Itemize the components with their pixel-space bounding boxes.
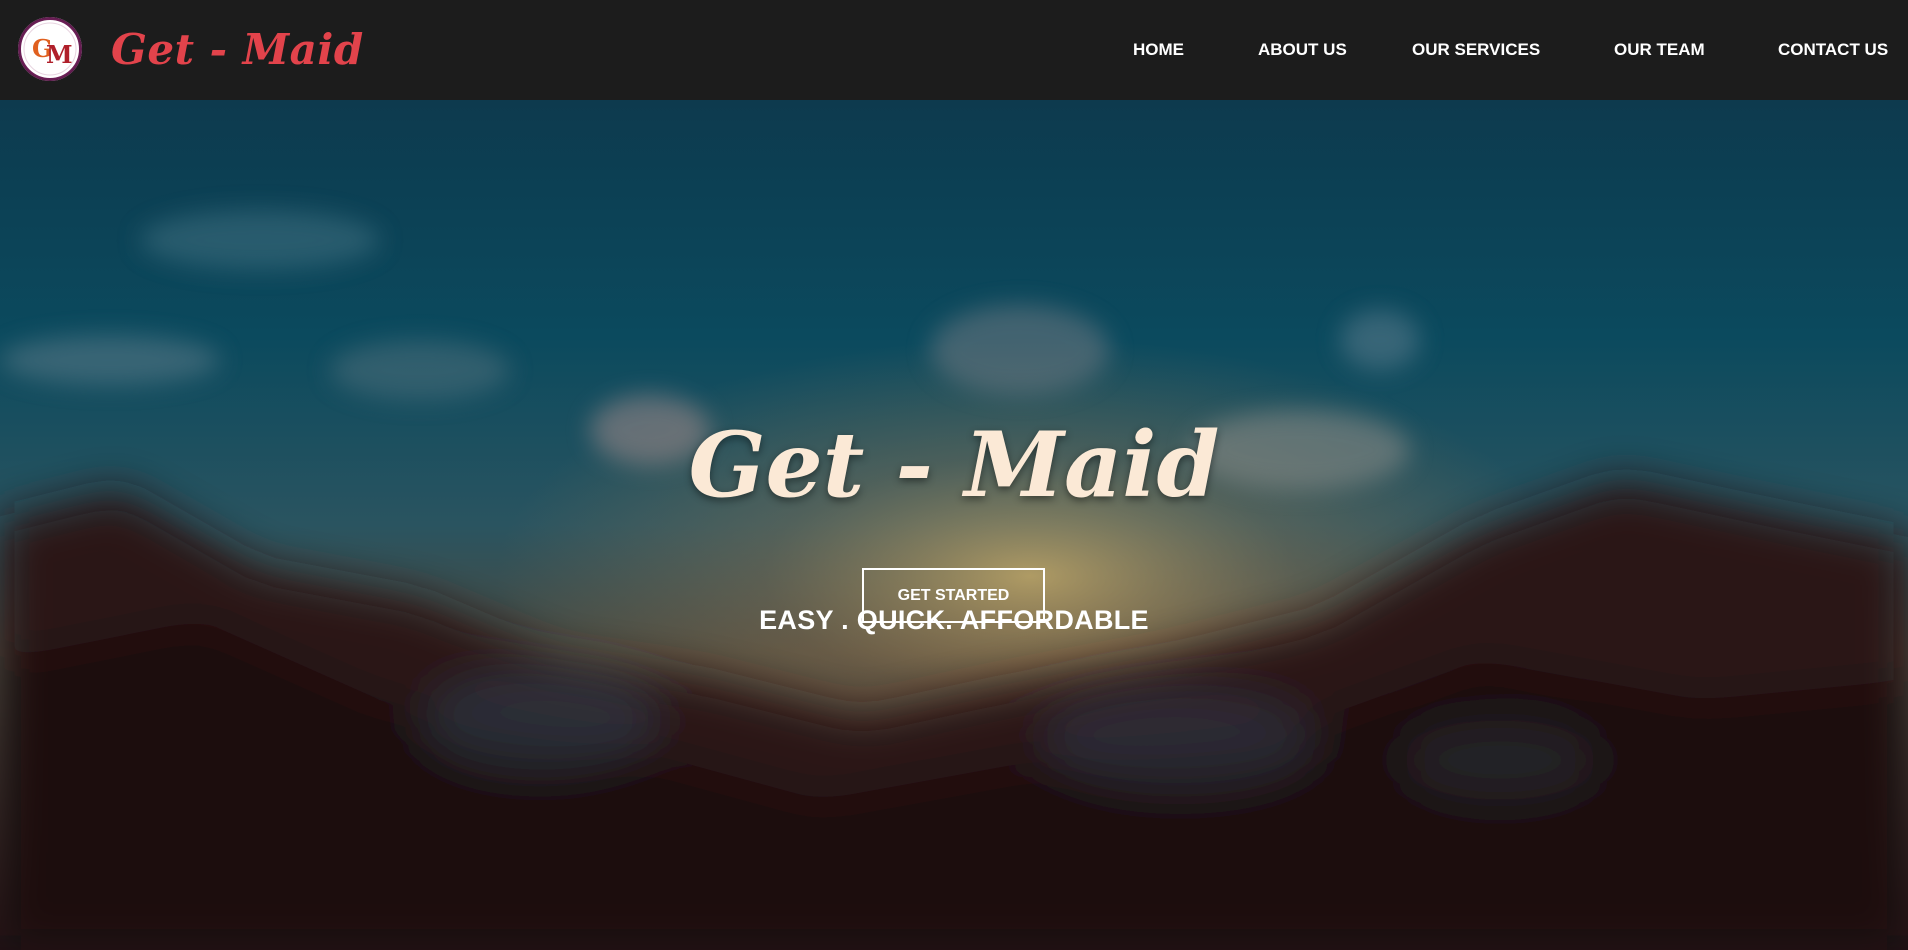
nav-our-team[interactable]: OUR TEAM: [1614, 40, 1705, 60]
hero-background-image: [0, 100, 1908, 950]
hero-section: Get - Maid EASY . QUICK. AFFORDABLE: [0, 100, 1908, 950]
hero-title: Get - Maid: [688, 412, 1220, 518]
page: G M Get - Maid HOME ABOUT US OUR SERVICE…: [0, 0, 1908, 950]
svg-text:M: M: [46, 40, 73, 69]
nav-about-us[interactable]: ABOUT US: [1258, 40, 1347, 60]
brand-name[interactable]: Get - Maid: [111, 20, 364, 80]
logo[interactable]: G M: [18, 17, 82, 81]
get-started-button[interactable]: GET STARTED: [862, 568, 1045, 623]
nav-our-services[interactable]: OUR SERVICES: [1412, 40, 1540, 60]
nav-home[interactable]: HOME: [1133, 40, 1184, 60]
navbar: G M Get - Maid HOME ABOUT US OUR SERVICE…: [0, 0, 1908, 100]
nav-contact-us[interactable]: CONTACT US: [1778, 40, 1888, 60]
gm-monogram-icon: G M: [19, 18, 81, 80]
